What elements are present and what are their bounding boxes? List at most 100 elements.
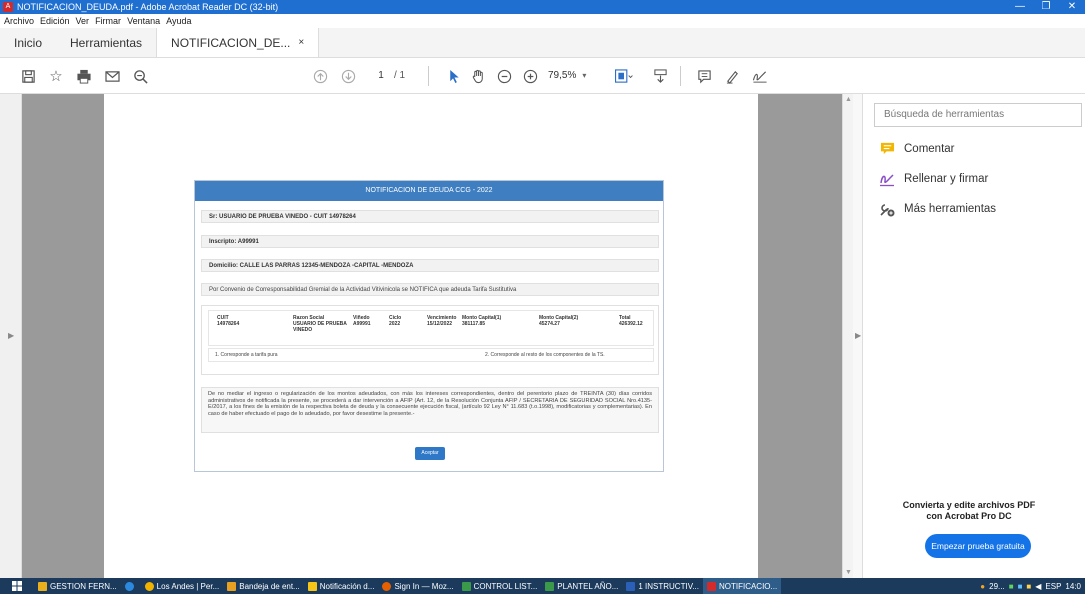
taskbar-item-plantel[interactable]: PLANTEL AÑO...: [541, 578, 622, 594]
prev-page-icon[interactable]: [308, 64, 332, 88]
clock[interactable]: 14:0: [1065, 582, 1081, 591]
menu-bar: Archivo Edición Ver Firmar Ventana Ayuda: [0, 14, 1085, 28]
find-zoom-icon[interactable]: [128, 64, 152, 88]
tray-app-icon[interactable]: ■: [1009, 582, 1014, 591]
spreadsheet-icon: [545, 581, 555, 591]
maximize-button[interactable]: ❐: [1033, 0, 1059, 14]
save-icon[interactable]: [16, 64, 40, 88]
window-titlebar: A NOTIFICACION_DEUDA.pdf - Adobe Acrobat…: [0, 0, 1085, 14]
acrobat-icon: [706, 581, 716, 591]
scroll-up-icon[interactable]: ▲: [845, 96, 852, 103]
chrome-icon: [144, 581, 154, 591]
taskbar-item-bandeja[interactable]: Bandeja de ent...: [223, 578, 304, 594]
menu-ventana[interactable]: Ventana: [127, 16, 160, 26]
scroll-mode-icon[interactable]: [648, 64, 672, 88]
tray-network-icon[interactable]: ■: [1018, 582, 1023, 591]
col-ciclo: Ciclo 2022: [389, 315, 401, 327]
left-panel-toggle[interactable]: ▶: [0, 94, 22, 578]
weather-icon[interactable]: ●: [980, 582, 985, 591]
fill-sign-icon: [879, 171, 895, 187]
taskbar-label: CONTROL LIST...: [473, 581, 538, 591]
tab-herramientas[interactable]: Herramientas: [56, 28, 156, 57]
sign-icon[interactable]: [748, 64, 772, 88]
convenio-row: Por Convenio de Corresponsabilidad Gremi…: [201, 283, 659, 296]
bookmark-star-icon[interactable]: ☆: [44, 64, 68, 88]
language-indicator[interactable]: ESP: [1045, 582, 1061, 591]
highlight-pen-icon[interactable]: [720, 64, 744, 88]
start-trial-button[interactable]: Empezar prueba gratuita: [925, 534, 1031, 558]
document-viewport[interactable]: ▶ NOTIFICACION DE DEUDA CCG - 2022 Sr: U…: [0, 94, 853, 578]
email-icon[interactable]: [100, 64, 124, 88]
comment-icon[interactable]: [692, 64, 716, 88]
recipient-row: Sr: USUARIO DE PRUEBA VINEDO - CUIT 1497…: [201, 210, 659, 223]
spreadsheet-icon: [461, 581, 471, 591]
scroll-down-icon[interactable]: ▼: [845, 569, 852, 576]
menu-edicion[interactable]: Edición: [40, 16, 70, 26]
mail-icon: [227, 581, 237, 591]
windows-start-icon[interactable]: [0, 578, 34, 594]
menu-ver[interactable]: Ver: [76, 16, 90, 26]
menu-firmar[interactable]: Firmar: [95, 16, 121, 26]
tool-comentar[interactable]: Comentar: [879, 141, 955, 157]
page-number-input[interactable]: 1: [368, 67, 394, 85]
chevron-down-icon: ▾: [582, 71, 587, 80]
firefox-icon: [382, 581, 392, 591]
pdf-page: NOTIFICACION DE DEUDA CCG - 2022 Sr: USU…: [104, 94, 758, 578]
vertical-scrollbar[interactable]: ▲ ▼: [842, 94, 853, 578]
menu-archivo[interactable]: Archivo: [4, 16, 34, 26]
footnote-1: 1. Corresponde a tarifa pura: [215, 352, 278, 358]
taskbar-item-los-andes[interactable]: Los Andes | Per...: [141, 578, 224, 594]
fit-page-icon[interactable]: [612, 64, 636, 88]
taskbar-item-instructivo[interactable]: 1 INSTRUCTIV...: [622, 578, 703, 594]
taskbar-label: Los Andes | Per...: [156, 581, 220, 591]
legal-notice: De no mediar el ingreso o regularización…: [201, 387, 659, 433]
tray-app-icon[interactable]: ■: [1026, 582, 1031, 591]
taskbar-item-acrobat[interactable]: NOTIFICACIO...: [702, 578, 782, 594]
page-backdrop-right: [758, 94, 842, 578]
promo-line-1: Convierta y edite archivos PDF: [902, 500, 1036, 510]
zoom-level-select[interactable]: 79,5% ▾: [548, 67, 606, 85]
zoom-level-value: 79,5%: [548, 70, 577, 81]
taskbar-item-firefox[interactable]: Sign In — Moz...: [378, 578, 457, 594]
next-page-icon[interactable]: [336, 64, 360, 88]
tab-document[interactable]: NOTIFICACION_DE... ×: [156, 28, 320, 57]
taskbar-label: Sign In — Moz...: [394, 581, 454, 591]
taskbar-item-notificacion-mail[interactable]: Notificación d...: [304, 578, 379, 594]
col-monto-capital-2: Monto Capital(2) 45274.27: [539, 315, 578, 327]
taskbar-item-ie[interactable]: [121, 578, 141, 594]
tab-close-icon[interactable]: ×: [298, 37, 304, 48]
col-total: Total 426392.12: [619, 315, 643, 327]
weather-temp[interactable]: 29...: [989, 582, 1005, 591]
capital2-value: 45274.27: [539, 321, 560, 327]
tool-mas-herramientas[interactable]: Más herramientas: [879, 201, 996, 217]
total-value: 426392.12: [619, 321, 643, 327]
volume-icon[interactable]: ◀: [1035, 582, 1041, 591]
tab-inicio[interactable]: Inicio: [0, 28, 56, 57]
menu-ayuda[interactable]: Ayuda: [166, 16, 191, 26]
close-window-button[interactable]: ✕: [1059, 0, 1085, 14]
hand-tool-icon[interactable]: [466, 64, 490, 88]
cuit-value: 14978264: [217, 321, 240, 327]
more-tools-icon: [879, 201, 895, 217]
capital1-value: 381117.85: [462, 321, 486, 327]
promo-line-2: con Acrobat Pro DC: [926, 511, 1012, 521]
taskbar-item-control-list[interactable]: CONTROL LIST...: [458, 578, 542, 594]
tool-rellenar-firmar-label: Rellenar y firmar: [904, 173, 989, 185]
accept-button[interactable]: Aceptar: [415, 447, 445, 460]
taskbar-item-gestion[interactable]: GESTION FERN...: [34, 578, 121, 594]
tools-search-input[interactable]: Búsqueda de herramientas: [874, 103, 1082, 127]
promo-text: Convierta y edite archivos PDF con Acrob…: [853, 500, 1085, 522]
system-tray: ● 29... ■ ■ ■ ◀ ESP 14:0: [976, 582, 1085, 591]
notification-card: NOTIFICACION DE DEUDA CCG - 2022 Sr: USU…: [194, 180, 664, 472]
minimize-button[interactable]: —: [1007, 0, 1033, 14]
col-vencimiento: Vencimiento 15/12/2022: [427, 315, 456, 327]
tool-rellenar-firmar[interactable]: Rellenar y firmar: [879, 171, 988, 187]
print-icon[interactable]: [72, 64, 96, 88]
select-cursor-icon[interactable]: [442, 64, 466, 88]
comment-icon: [879, 141, 895, 157]
toolbar-divider: [680, 66, 681, 86]
tab-document-label: NOTIFICACION_DE...: [171, 35, 291, 50]
zoom-out-icon[interactable]: [492, 64, 516, 88]
inscripto-row: Inscripto: A99991: [201, 235, 659, 248]
zoom-in-icon[interactable]: [518, 64, 542, 88]
